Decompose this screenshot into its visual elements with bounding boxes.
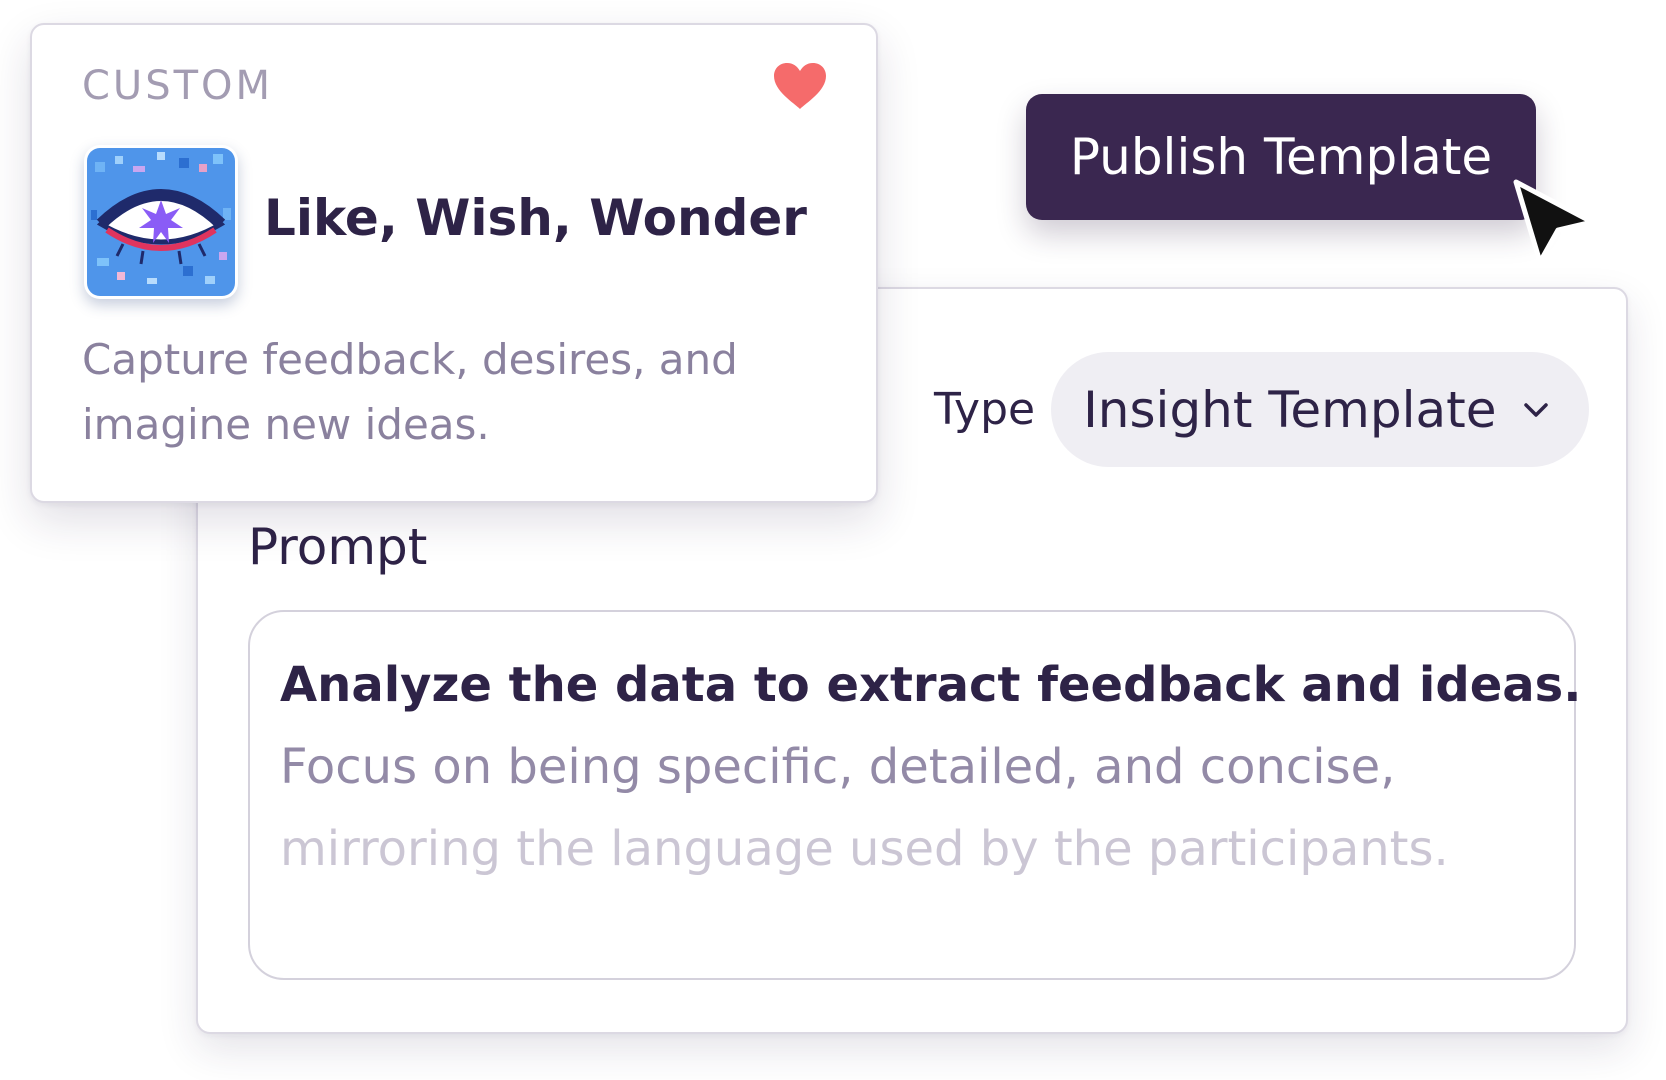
type-select-value: Insight Template	[1083, 380, 1497, 439]
type-field: Type Insight Template	[934, 352, 1589, 467]
card-category-label: CUSTOM	[82, 63, 274, 109]
custom-template-card[interactable]: CUSTOM Like, Wish, Wonder Capture feedba…	[30, 23, 878, 503]
heart-icon[interactable]	[772, 61, 828, 111]
prompt-textarea[interactable]: Analyze the data to extract feedback and…	[248, 610, 1582, 980]
prompt-label: Prompt	[248, 518, 428, 576]
publish-template-button[interactable]: Publish Template	[1026, 94, 1536, 220]
type-select[interactable]: Insight Template	[1051, 352, 1589, 467]
prompt-line: mirroring the language used by the parti…	[280, 821, 1449, 877]
eye-illustration-icon	[87, 148, 235, 296]
template-editor-stage: Type Insight Template Prompt Analyze the…	[0, 0, 1666, 1080]
template-description: Capture feedback, desires, and imagine n…	[82, 335, 738, 449]
mouse-pointer-icon	[1513, 179, 1595, 265]
prompt-line: Analyze the data to extract feedback and…	[280, 657, 1582, 713]
prompt-line: Focus on being specific, detailed, and c…	[280, 739, 1396, 795]
template-thumbnail	[84, 145, 238, 299]
template-title: Like, Wish, Wonder	[264, 189, 807, 247]
type-label: Type	[934, 384, 1036, 435]
chevron-down-icon	[1523, 402, 1548, 417]
